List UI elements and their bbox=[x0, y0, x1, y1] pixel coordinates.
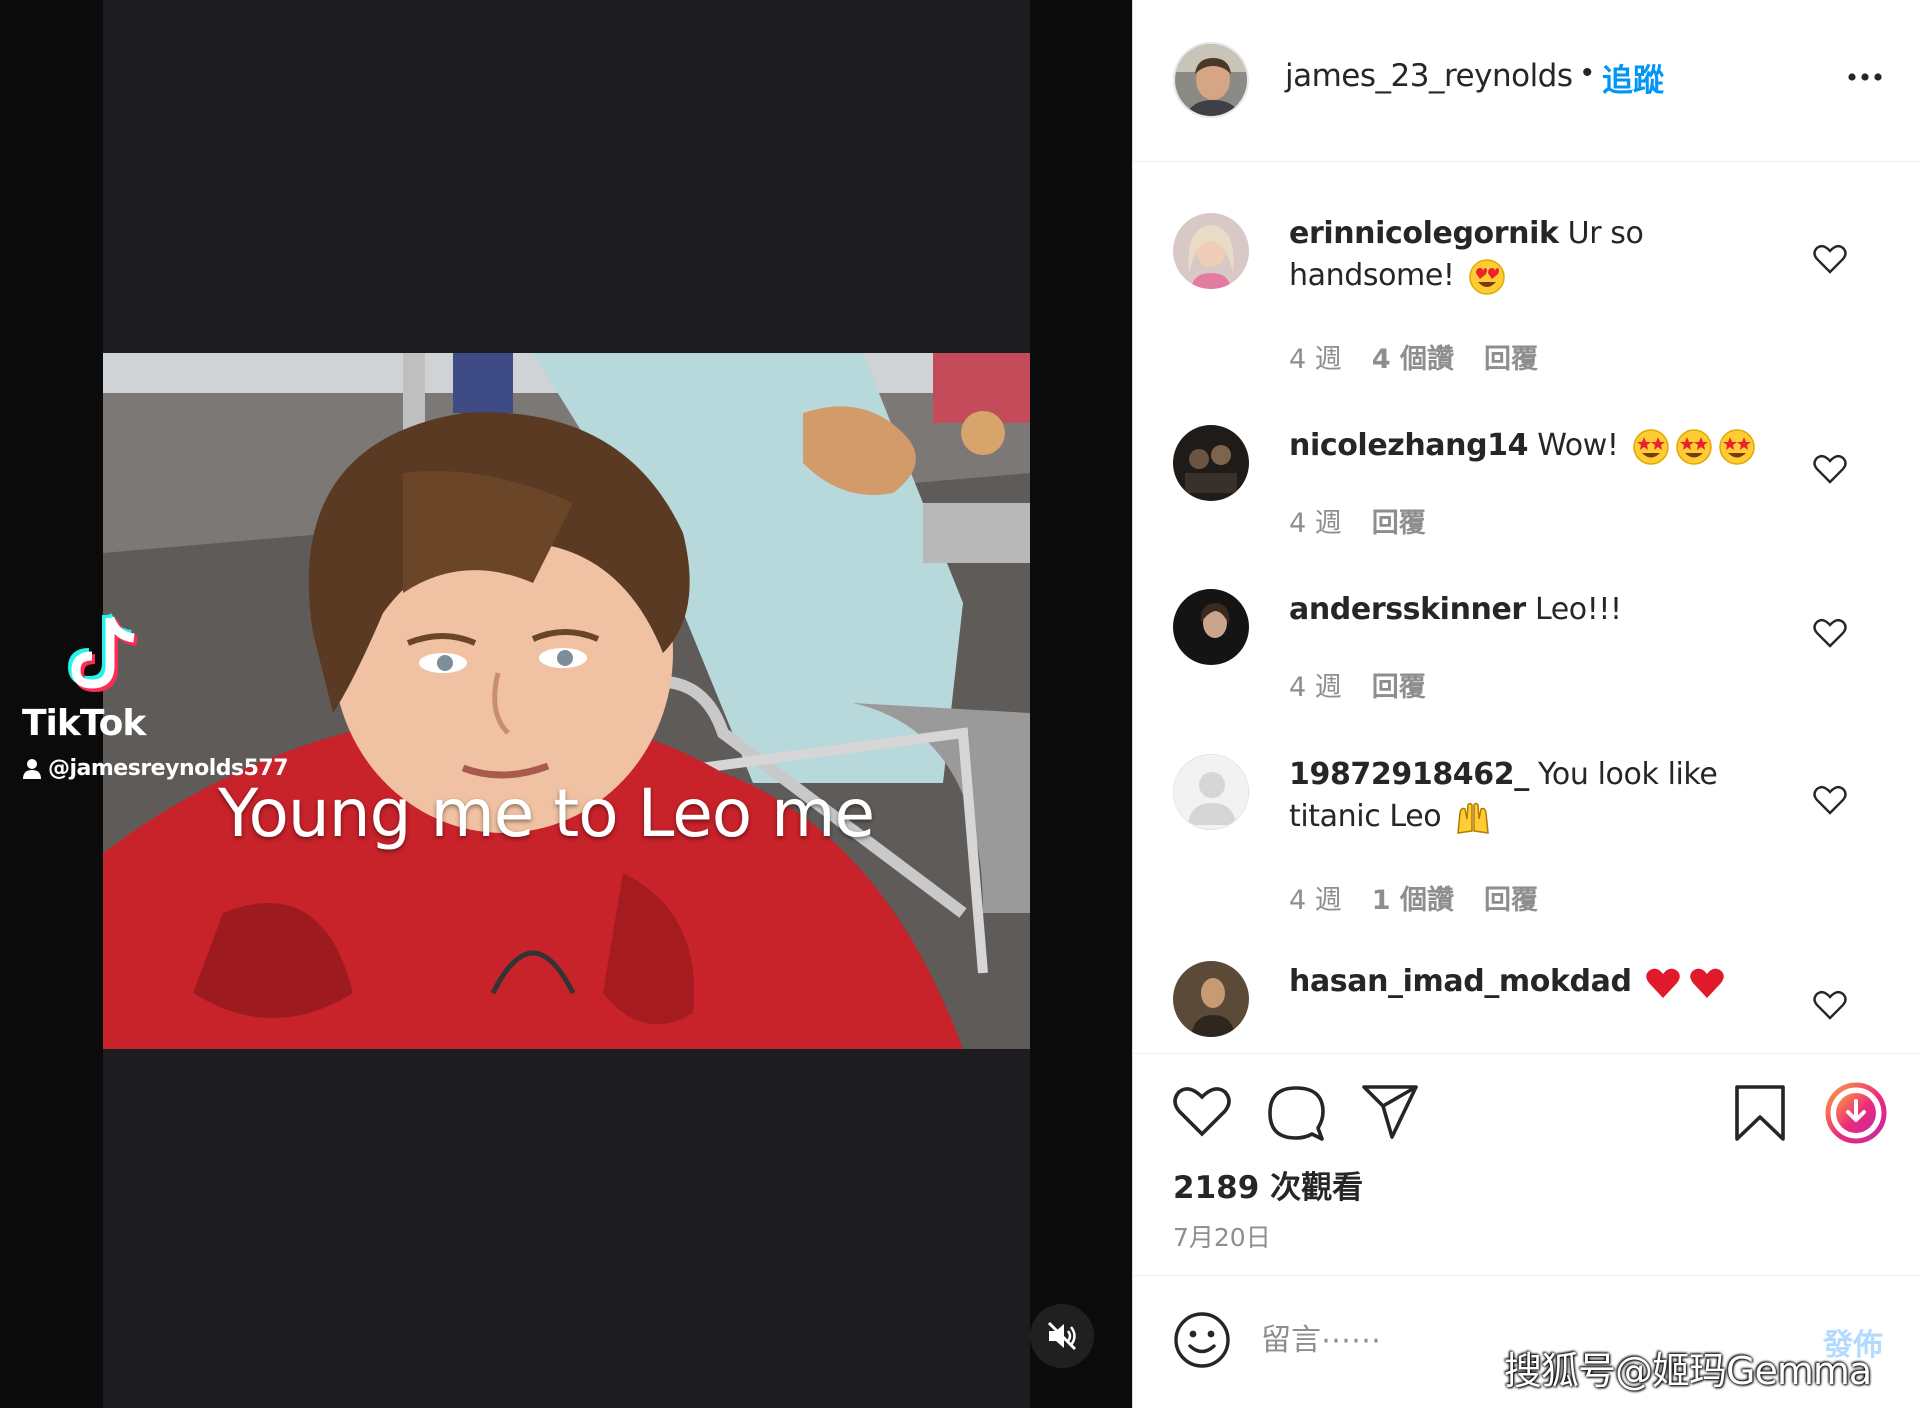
bookmark-icon[interactable] bbox=[1733, 1084, 1787, 1142]
comment-time[interactable]: 4 週 bbox=[1289, 337, 1342, 376]
heart-outline-icon[interactable] bbox=[1813, 989, 1847, 1021]
comment-likes[interactable]: 4 個讚 bbox=[1372, 337, 1454, 376]
comment-time[interactable]: 4 週 bbox=[1289, 878, 1342, 917]
comment-composer: 發佈 bbox=[1133, 1275, 1920, 1408]
comment-meta: 4 週 回覆 bbox=[1289, 501, 1426, 540]
comment-text: Wow! bbox=[1537, 428, 1619, 463]
comment-bubble-icon[interactable] bbox=[1267, 1084, 1325, 1142]
comment-item: nicolezhang14 Wow! 4 週 回覆 bbox=[1133, 425, 1920, 565]
comment-username[interactable]: 19872918462_ bbox=[1289, 757, 1529, 792]
post-date[interactable]: 7月20日 bbox=[1173, 1218, 1271, 1254]
comment-username[interactable]: nicolezhang14 bbox=[1289, 428, 1529, 463]
comment-time[interactable]: 4 週 bbox=[1289, 665, 1342, 704]
post-header: james_23_reynolds • 追蹤 bbox=[1133, 0, 1920, 162]
tiktok-note-icon bbox=[67, 613, 138, 693]
commenter-avatar-image bbox=[1173, 425, 1249, 501]
star-struck-emoji-group bbox=[1632, 428, 1755, 465]
mute-button[interactable] bbox=[1030, 1304, 1094, 1368]
speaker-muted-icon bbox=[1047, 1321, 1077, 1351]
commenter-avatar[interactable] bbox=[1173, 425, 1249, 501]
commenter-avatar[interactable] bbox=[1173, 213, 1249, 289]
post-actions: 2189 次觀看 7月20日 bbox=[1133, 1053, 1920, 1275]
commenter-avatar[interactable] bbox=[1173, 754, 1249, 830]
video-panel: TikTok @jamesreynolds577 Young me to Leo… bbox=[0, 0, 1132, 1408]
video-photo-illustration bbox=[103, 353, 1030, 1049]
comment-username[interactable]: andersskinner bbox=[1289, 592, 1526, 627]
paper-plane-icon[interactable] bbox=[1361, 1084, 1419, 1140]
comment-content: nicolezhang14 Wow! bbox=[1289, 425, 1799, 467]
download-circle-icon[interactable] bbox=[1825, 1082, 1887, 1144]
comments-list[interactable]: erinnicolegornik Ur so handsome! 4 週 4 個… bbox=[1133, 163, 1920, 1053]
comment-item: 19872918462_ You look like titanic Leo 4… bbox=[1133, 754, 1920, 934]
heart-outline-icon[interactable] bbox=[1813, 453, 1847, 485]
more-options-button[interactable] bbox=[1845, 62, 1885, 92]
comment-content: hasan_imad_mokdad bbox=[1289, 961, 1799, 1003]
view-count[interactable]: 2189 次觀看 bbox=[1173, 1162, 1363, 1207]
heart-outline-icon[interactable] bbox=[1813, 784, 1847, 816]
red-heart-emoji-pair bbox=[1645, 968, 1724, 998]
comment-meta: 4 週 4 個讚 回覆 bbox=[1289, 337, 1538, 376]
comment-content: 19872918462_ You look like titanic Leo bbox=[1289, 754, 1799, 838]
commenter-avatar[interactable] bbox=[1173, 589, 1249, 665]
author-avatar[interactable] bbox=[1173, 42, 1249, 118]
commenter-avatar[interactable] bbox=[1173, 961, 1249, 1037]
heart-outline-icon[interactable] bbox=[1813, 243, 1847, 275]
comment-reply-button[interactable]: 回覆 bbox=[1484, 337, 1538, 376]
smiley-icon[interactable] bbox=[1173, 1311, 1231, 1369]
header-separator: • bbox=[1582, 56, 1593, 89]
comment-meta: 4 週 回覆 bbox=[1289, 665, 1426, 704]
post-sidebar: james_23_reynolds • 追蹤 erinnicolegornik … bbox=[1132, 0, 1920, 1408]
instagram-post-viewer: TikTok @jamesreynolds577 Young me to Leo… bbox=[0, 0, 1920, 1408]
tiktok-logo bbox=[22, 612, 152, 701]
heart-outline-icon[interactable] bbox=[1173, 1084, 1231, 1138]
follow-button[interactable]: 追蹤 bbox=[1602, 55, 1664, 100]
ellipsis-icon bbox=[1848, 73, 1882, 81]
comment-reply-button[interactable]: 回覆 bbox=[1372, 501, 1426, 540]
comment-time[interactable]: 4 週 bbox=[1289, 501, 1342, 540]
comment-username[interactable]: erinnicolegornik bbox=[1289, 216, 1559, 251]
tiktok-wordmark: TikTok bbox=[22, 703, 146, 744]
comment-item: andersskinner Leo!!! 4 週 回覆 bbox=[1133, 589, 1920, 729]
commenter-avatar-image bbox=[1173, 589, 1249, 665]
comment-content: andersskinner Leo!!! bbox=[1289, 589, 1799, 631]
raising-hands-emoji bbox=[1457, 802, 1490, 834]
commenter-avatar-image bbox=[1173, 213, 1249, 289]
comment-reply-button[interactable]: 回覆 bbox=[1484, 878, 1538, 917]
comment-input[interactable] bbox=[1259, 1312, 1759, 1368]
author-username[interactable]: james_23_reynolds bbox=[1285, 58, 1573, 94]
heart-eyes-emoji bbox=[1468, 258, 1505, 295]
video-still-image bbox=[103, 353, 1030, 1049]
comment-meta: 4 週 1 個讚 回覆 bbox=[1289, 878, 1538, 917]
author-avatar-image bbox=[1175, 44, 1247, 116]
person-icon bbox=[23, 758, 41, 779]
post-comment-button[interactable]: 發佈 bbox=[1823, 1320, 1883, 1364]
heart-outline-icon[interactable] bbox=[1813, 617, 1847, 649]
comment-content: erinnicolegornik Ur so handsome! bbox=[1289, 213, 1799, 297]
commenter-avatar-image bbox=[1173, 961, 1249, 1037]
comment-username[interactable]: hasan_imad_mokdad bbox=[1289, 964, 1632, 999]
comment-item: hasan_imad_mokdad bbox=[1133, 961, 1920, 1053]
default-avatar-icon bbox=[1174, 755, 1248, 829]
comment-likes[interactable]: 1 個讚 bbox=[1372, 878, 1454, 917]
video-caption: Young me to Leo me bbox=[218, 775, 875, 852]
comment-text: Leo!!! bbox=[1534, 592, 1622, 627]
comment-item: erinnicolegornik Ur so handsome! 4 週 4 個… bbox=[1133, 213, 1920, 393]
comment-reply-button[interactable]: 回覆 bbox=[1372, 665, 1426, 704]
